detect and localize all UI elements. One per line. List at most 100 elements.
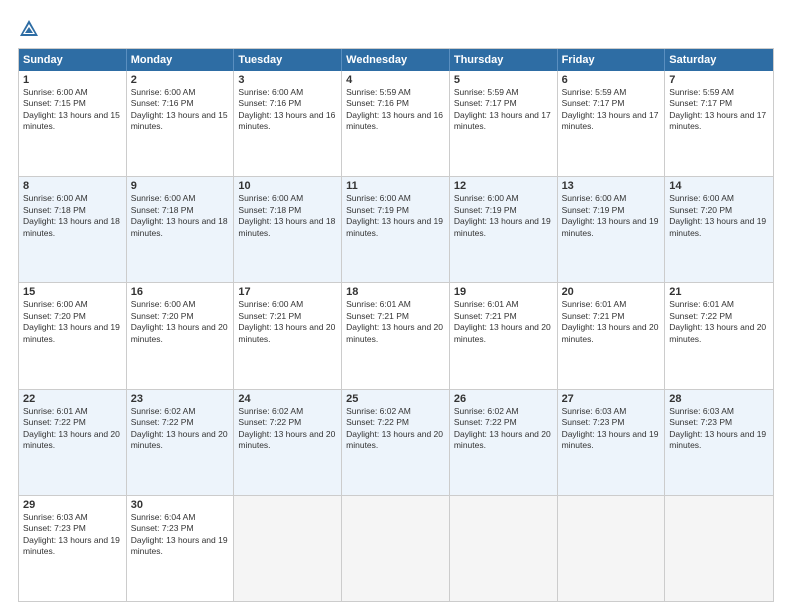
- day-number: 24: [238, 393, 337, 405]
- day-number: 28: [669, 393, 769, 405]
- header-day-saturday: Saturday: [665, 49, 773, 71]
- calendar-cell: 15Sunrise: 6:00 AMSunset: 7:20 PMDayligh…: [19, 283, 127, 388]
- day-number: 12: [454, 180, 553, 192]
- calendar-header: SundayMondayTuesdayWednesdayThursdayFrid…: [19, 49, 773, 71]
- calendar-cell: [665, 496, 773, 601]
- calendar-cell: 3Sunrise: 6:00 AMSunset: 7:16 PMDaylight…: [234, 71, 342, 176]
- calendar-cell: 30Sunrise: 6:04 AMSunset: 7:23 PMDayligh…: [127, 496, 235, 601]
- day-number: 19: [454, 286, 553, 298]
- calendar-row-4: 22Sunrise: 6:01 AMSunset: 7:22 PMDayligh…: [19, 389, 773, 495]
- cell-daylight-info: Sunrise: 5:59 AMSunset: 7:17 PMDaylight:…: [562, 87, 661, 133]
- day-number: 1: [23, 74, 122, 86]
- day-number: 7: [669, 74, 769, 86]
- calendar-row-3: 15Sunrise: 6:00 AMSunset: 7:20 PMDayligh…: [19, 282, 773, 388]
- cell-daylight-info: Sunrise: 6:04 AMSunset: 7:23 PMDaylight:…: [131, 512, 230, 558]
- cell-daylight-info: Sunrise: 5:59 AMSunset: 7:16 PMDaylight:…: [346, 87, 445, 133]
- cell-daylight-info: Sunrise: 6:02 AMSunset: 7:22 PMDaylight:…: [346, 406, 445, 452]
- logo-icon: [18, 18, 40, 40]
- calendar-cell: 4Sunrise: 5:59 AMSunset: 7:16 PMDaylight…: [342, 71, 450, 176]
- calendar-row-2: 8Sunrise: 6:00 AMSunset: 7:18 PMDaylight…: [19, 176, 773, 282]
- day-number: 25: [346, 393, 445, 405]
- day-number: 2: [131, 74, 230, 86]
- cell-daylight-info: Sunrise: 6:02 AMSunset: 7:22 PMDaylight:…: [131, 406, 230, 452]
- calendar-cell: 14Sunrise: 6:00 AMSunset: 7:20 PMDayligh…: [665, 177, 773, 282]
- calendar-cell: [558, 496, 666, 601]
- cell-daylight-info: Sunrise: 6:01 AMSunset: 7:22 PMDaylight:…: [669, 299, 769, 345]
- cell-daylight-info: Sunrise: 6:00 AMSunset: 7:16 PMDaylight:…: [238, 87, 337, 133]
- cell-daylight-info: Sunrise: 6:01 AMSunset: 7:21 PMDaylight:…: [562, 299, 661, 345]
- header: [18, 18, 774, 40]
- calendar-cell: 23Sunrise: 6:02 AMSunset: 7:22 PMDayligh…: [127, 390, 235, 495]
- calendar-cell: 21Sunrise: 6:01 AMSunset: 7:22 PMDayligh…: [665, 283, 773, 388]
- calendar-cell: 27Sunrise: 6:03 AMSunset: 7:23 PMDayligh…: [558, 390, 666, 495]
- calendar-cell: 8Sunrise: 6:00 AMSunset: 7:18 PMDaylight…: [19, 177, 127, 282]
- calendar-cell: 13Sunrise: 6:00 AMSunset: 7:19 PMDayligh…: [558, 177, 666, 282]
- calendar-cell: 25Sunrise: 6:02 AMSunset: 7:22 PMDayligh…: [342, 390, 450, 495]
- calendar-cell: 11Sunrise: 6:00 AMSunset: 7:19 PMDayligh…: [342, 177, 450, 282]
- day-number: 4: [346, 74, 445, 86]
- calendar-cell: 10Sunrise: 6:00 AMSunset: 7:18 PMDayligh…: [234, 177, 342, 282]
- calendar-cell: 6Sunrise: 5:59 AMSunset: 7:17 PMDaylight…: [558, 71, 666, 176]
- calendar-cell: 20Sunrise: 6:01 AMSunset: 7:21 PMDayligh…: [558, 283, 666, 388]
- calendar-cell: 29Sunrise: 6:03 AMSunset: 7:23 PMDayligh…: [19, 496, 127, 601]
- day-number: 13: [562, 180, 661, 192]
- cell-daylight-info: Sunrise: 6:00 AMSunset: 7:19 PMDaylight:…: [562, 193, 661, 239]
- day-number: 3: [238, 74, 337, 86]
- day-number: 22: [23, 393, 122, 405]
- calendar-cell: 22Sunrise: 6:01 AMSunset: 7:22 PMDayligh…: [19, 390, 127, 495]
- cell-daylight-info: Sunrise: 6:02 AMSunset: 7:22 PMDaylight:…: [238, 406, 337, 452]
- calendar-cell: 9Sunrise: 6:00 AMSunset: 7:18 PMDaylight…: [127, 177, 235, 282]
- day-number: 5: [454, 74, 553, 86]
- header-day-thursday: Thursday: [450, 49, 558, 71]
- calendar-row-1: 1Sunrise: 6:00 AMSunset: 7:15 PMDaylight…: [19, 71, 773, 176]
- calendar-cell: 26Sunrise: 6:02 AMSunset: 7:22 PMDayligh…: [450, 390, 558, 495]
- calendar-body: 1Sunrise: 6:00 AMSunset: 7:15 PMDaylight…: [19, 71, 773, 601]
- cell-daylight-info: Sunrise: 6:02 AMSunset: 7:22 PMDaylight:…: [454, 406, 553, 452]
- day-number: 18: [346, 286, 445, 298]
- cell-daylight-info: Sunrise: 6:00 AMSunset: 7:18 PMDaylight:…: [238, 193, 337, 239]
- calendar-cell: 17Sunrise: 6:00 AMSunset: 7:21 PMDayligh…: [234, 283, 342, 388]
- calendar-cell: 2Sunrise: 6:00 AMSunset: 7:16 PMDaylight…: [127, 71, 235, 176]
- cell-daylight-info: Sunrise: 5:59 AMSunset: 7:17 PMDaylight:…: [669, 87, 769, 133]
- day-number: 6: [562, 74, 661, 86]
- day-number: 17: [238, 286, 337, 298]
- day-number: 27: [562, 393, 661, 405]
- cell-daylight-info: Sunrise: 6:00 AMSunset: 7:15 PMDaylight:…: [23, 87, 122, 133]
- cell-daylight-info: Sunrise: 6:00 AMSunset: 7:16 PMDaylight:…: [131, 87, 230, 133]
- day-number: 11: [346, 180, 445, 192]
- calendar-cell: 7Sunrise: 5:59 AMSunset: 7:17 PMDaylight…: [665, 71, 773, 176]
- day-number: 23: [131, 393, 230, 405]
- calendar-cell: [342, 496, 450, 601]
- cell-daylight-info: Sunrise: 6:00 AMSunset: 7:21 PMDaylight:…: [238, 299, 337, 345]
- calendar-cell: 1Sunrise: 6:00 AMSunset: 7:15 PMDaylight…: [19, 71, 127, 176]
- header-day-sunday: Sunday: [19, 49, 127, 71]
- day-number: 20: [562, 286, 661, 298]
- cell-daylight-info: Sunrise: 6:00 AMSunset: 7:20 PMDaylight:…: [23, 299, 122, 345]
- calendar: SundayMondayTuesdayWednesdayThursdayFrid…: [18, 48, 774, 602]
- cell-daylight-info: Sunrise: 5:59 AMSunset: 7:17 PMDaylight:…: [454, 87, 553, 133]
- header-day-monday: Monday: [127, 49, 235, 71]
- header-day-tuesday: Tuesday: [234, 49, 342, 71]
- calendar-cell: [450, 496, 558, 601]
- cell-daylight-info: Sunrise: 6:00 AMSunset: 7:18 PMDaylight:…: [131, 193, 230, 239]
- day-number: 8: [23, 180, 122, 192]
- cell-daylight-info: Sunrise: 6:01 AMSunset: 7:21 PMDaylight:…: [346, 299, 445, 345]
- day-number: 30: [131, 499, 230, 511]
- cell-daylight-info: Sunrise: 6:03 AMSunset: 7:23 PMDaylight:…: [669, 406, 769, 452]
- header-day-wednesday: Wednesday: [342, 49, 450, 71]
- cell-daylight-info: Sunrise: 6:00 AMSunset: 7:20 PMDaylight:…: [669, 193, 769, 239]
- day-number: 21: [669, 286, 769, 298]
- calendar-cell: 16Sunrise: 6:00 AMSunset: 7:20 PMDayligh…: [127, 283, 235, 388]
- calendar-cell: [234, 496, 342, 601]
- header-day-friday: Friday: [558, 49, 666, 71]
- day-number: 9: [131, 180, 230, 192]
- cell-daylight-info: Sunrise: 6:01 AMSunset: 7:22 PMDaylight:…: [23, 406, 122, 452]
- calendar-cell: 24Sunrise: 6:02 AMSunset: 7:22 PMDayligh…: [234, 390, 342, 495]
- day-number: 29: [23, 499, 122, 511]
- calendar-row-5: 29Sunrise: 6:03 AMSunset: 7:23 PMDayligh…: [19, 495, 773, 601]
- cell-daylight-info: Sunrise: 6:03 AMSunset: 7:23 PMDaylight:…: [23, 512, 122, 558]
- cell-daylight-info: Sunrise: 6:00 AMSunset: 7:18 PMDaylight:…: [23, 193, 122, 239]
- day-number: 14: [669, 180, 769, 192]
- cell-daylight-info: Sunrise: 6:00 AMSunset: 7:19 PMDaylight:…: [346, 193, 445, 239]
- day-number: 15: [23, 286, 122, 298]
